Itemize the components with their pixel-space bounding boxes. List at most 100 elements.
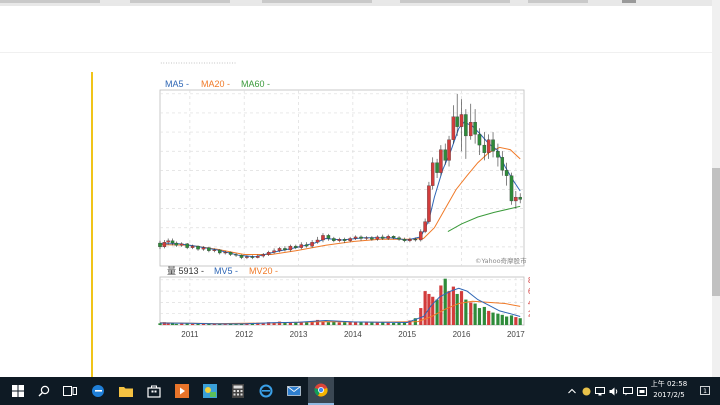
candle-body bbox=[174, 242, 179, 246]
candle-body bbox=[337, 239, 342, 241]
candle-body bbox=[469, 121, 473, 137]
volume-bar bbox=[419, 308, 423, 325]
volume-bar bbox=[491, 312, 495, 325]
volume-bar bbox=[514, 317, 518, 325]
search-icon[interactable] bbox=[32, 377, 56, 405]
time-axis: 2011 2012 2013 2014 2015 2016 2017 bbox=[181, 330, 525, 339]
speech-bubble-icon[interactable] bbox=[622, 377, 634, 405]
candle-body bbox=[190, 245, 195, 248]
time-tick-label: 2013 bbox=[290, 330, 308, 339]
scrollbar-thumb[interactable] bbox=[712, 168, 720, 296]
candle-body bbox=[413, 239, 418, 241]
candle-body bbox=[514, 196, 518, 202]
calculator-icon[interactable] bbox=[226, 377, 250, 405]
candle-body bbox=[196, 245, 200, 250]
browser-tab-close-icon[interactable] bbox=[622, 0, 636, 3]
candle-body bbox=[234, 254, 238, 256]
browser-tab[interactable] bbox=[0, 0, 100, 3]
candle-body bbox=[272, 250, 276, 253]
candle-body bbox=[380, 236, 385, 239]
action-center-icon[interactable]: 1 bbox=[700, 386, 710, 396]
browser-tab-strip bbox=[0, 0, 720, 6]
candle-body bbox=[518, 196, 522, 200]
candle-body bbox=[283, 248, 287, 251]
volume-bar bbox=[477, 308, 482, 325]
volume-bar bbox=[397, 322, 401, 325]
candle-body bbox=[477, 134, 482, 146]
candle-body bbox=[430, 162, 435, 186]
file-explorer-icon[interactable] bbox=[114, 377, 138, 405]
legend-ma60: MA60 - bbox=[241, 79, 270, 89]
tray-app-icon[interactable] bbox=[580, 377, 592, 405]
candle-body bbox=[299, 244, 304, 248]
volume-bar bbox=[443, 278, 447, 325]
paint-icon[interactable] bbox=[198, 377, 222, 405]
candle-body bbox=[256, 255, 260, 258]
volume-bar bbox=[469, 302, 473, 325]
candle-body bbox=[408, 239, 412, 241]
candle-body bbox=[353, 236, 358, 239]
candle-body bbox=[201, 247, 206, 250]
candle-body bbox=[443, 149, 447, 161]
volume-bar bbox=[392, 323, 396, 325]
chrome-icon[interactable] bbox=[308, 377, 334, 405]
candle-body bbox=[212, 249, 217, 251]
internet-explorer-icon[interactable] bbox=[254, 377, 278, 405]
candle-body bbox=[304, 244, 309, 247]
candle-body bbox=[482, 144, 487, 153]
candle-body bbox=[166, 240, 170, 243]
candle-body bbox=[162, 242, 167, 248]
candle-body bbox=[342, 239, 347, 241]
volume-bar bbox=[482, 306, 486, 325]
volume-bar bbox=[190, 323, 195, 325]
candle-body bbox=[170, 240, 175, 244]
volume-icon[interactable] bbox=[608, 377, 620, 405]
network-icon[interactable] bbox=[594, 377, 606, 405]
browser-tab[interactable] bbox=[400, 0, 510, 3]
time-tick-label: 2014 bbox=[344, 330, 362, 339]
candle-body bbox=[473, 121, 477, 135]
candle-body bbox=[364, 237, 369, 239]
candle-body bbox=[207, 247, 211, 251]
candle-body bbox=[250, 256, 255, 258]
candle-body bbox=[427, 185, 431, 222]
mail-icon[interactable] bbox=[282, 377, 306, 405]
stock-chart: ······························ MA5 - MA2… bbox=[158, 62, 530, 339]
task-view-icon[interactable] bbox=[58, 377, 82, 405]
candle-body bbox=[386, 236, 390, 239]
legend-ma20: MA20 - bbox=[201, 79, 230, 89]
candle-body bbox=[223, 252, 227, 254]
volume-bar bbox=[487, 310, 491, 325]
show-hidden-icons-icon[interactable] bbox=[566, 377, 578, 405]
page-left-accent-bar bbox=[91, 72, 93, 377]
volume-bar bbox=[386, 322, 390, 325]
volume-tick-label: 80K bbox=[528, 276, 530, 285]
volume-bar bbox=[174, 323, 178, 325]
volume-axis: 20K 40K 60K 80K bbox=[528, 276, 530, 319]
candle-body bbox=[315, 239, 320, 243]
candle-body bbox=[218, 249, 222, 254]
input-method-icon[interactable] bbox=[636, 377, 648, 405]
volume-bar bbox=[299, 322, 303, 325]
browser-tab[interactable] bbox=[262, 0, 372, 3]
legend-mv5: MV5 - bbox=[214, 266, 238, 276]
media-player-icon[interactable] bbox=[170, 377, 194, 405]
volume-bar bbox=[455, 293, 459, 325]
store-icon[interactable] bbox=[142, 377, 166, 405]
windows-start-icon[interactable] bbox=[4, 377, 32, 405]
candle-body bbox=[348, 238, 352, 241]
volume-bar bbox=[423, 291, 427, 325]
taskbar-clock[interactable]: 上午 02:58 2017/2/5 bbox=[648, 379, 690, 401]
volume-bar bbox=[439, 285, 443, 325]
candle-body bbox=[447, 139, 451, 161]
volume-bar bbox=[158, 323, 162, 325]
candle-body bbox=[294, 245, 298, 248]
candle-body bbox=[509, 175, 514, 202]
browser-tab[interactable] bbox=[130, 0, 230, 3]
edge-icon[interactable] bbox=[86, 377, 110, 405]
candle-body bbox=[266, 252, 271, 255]
clock-date: 2017/2/5 bbox=[653, 391, 685, 399]
clock-time: 上午 02:58 bbox=[650, 380, 688, 388]
time-tick-label: 2015 bbox=[398, 330, 416, 339]
browser-tab[interactable] bbox=[528, 0, 588, 3]
